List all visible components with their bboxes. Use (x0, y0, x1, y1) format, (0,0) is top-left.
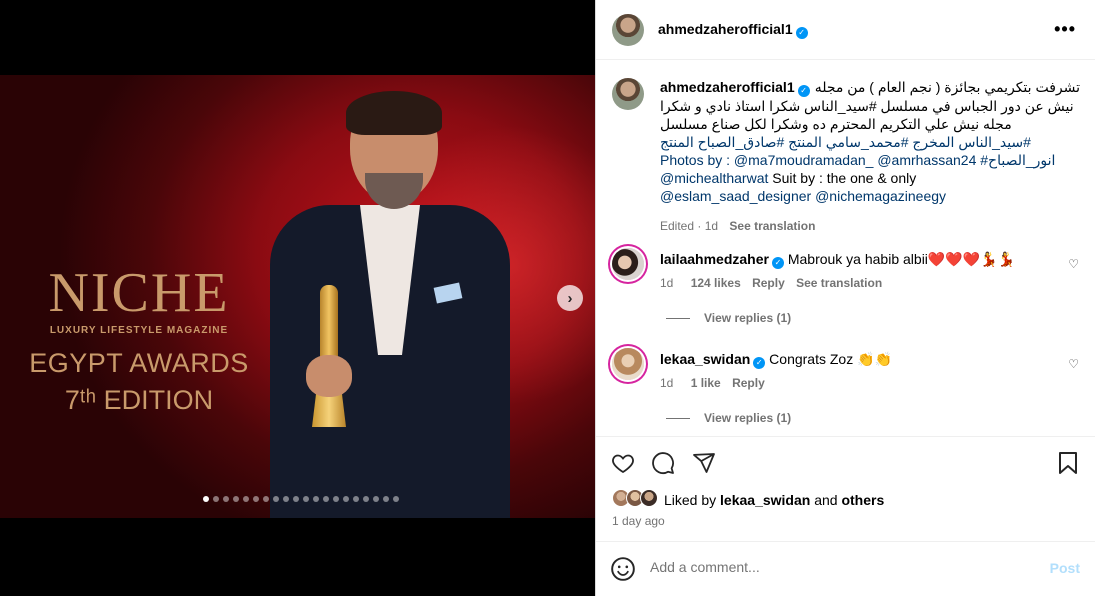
caption-username[interactable]: ahmedzaherofficial1 (660, 79, 795, 95)
others-link[interactable]: others (841, 492, 884, 508)
view-replies-label: View replies (1) (704, 411, 792, 425)
action-bar (596, 436, 1095, 486)
see-translation-link[interactable]: See translation (796, 276, 882, 290)
carousel-dot (223, 496, 229, 502)
liked-by-prefix: Liked by (664, 492, 721, 508)
emoji-icon[interactable] (610, 556, 636, 582)
carousel-dot (213, 496, 219, 502)
comment-text: Mabrouk ya habib albii❤️❤️❤️💃💃 (787, 251, 1016, 267)
carousel-dot (323, 496, 329, 502)
carousel-dot (353, 496, 359, 502)
designer-mentions[interactable]: @eslam_saad_designer @nichemagazineegy (660, 187, 1080, 205)
reply-button[interactable]: Reply (752, 276, 785, 290)
photos-credit[interactable]: Photos by : @ma7moudramadan_ @amrhassan2… (660, 151, 1080, 169)
see-translation-link[interactable]: See translation (729, 219, 815, 233)
comment-text: Congrats Zoz 👏👏 (769, 351, 892, 367)
media-pane: NICHE LUXURY LIFESTYLE MAGAZINE EGYPT AW… (0, 0, 595, 596)
carousel-dot (313, 496, 319, 502)
like-heart-icon[interactable] (610, 451, 636, 475)
carousel-dot (273, 496, 279, 502)
likes-and: and (810, 492, 842, 508)
post-header: ahmedzaherofficial1 ✓ ••• (596, 0, 1095, 60)
caption-author-avatar[interactable] (612, 78, 644, 110)
liker-avatar (640, 489, 658, 507)
niche-awards: EGYPT AWARDS (29, 348, 249, 378)
edited-label: Edited · 1d (660, 219, 719, 233)
post-details-panel: ahmedzaherofficial1 ✓ ••• ahmedzaheroffic… (595, 0, 1095, 596)
carousel-dot (283, 496, 289, 502)
comment-bubble-icon[interactable] (651, 451, 675, 475)
more-options-icon[interactable]: ••• (1054, 19, 1076, 40)
author-avatar[interactable] (612, 14, 644, 46)
like-comment-heart-icon[interactable]: ♡ (1068, 257, 1079, 271)
comment-likes[interactable]: 1 like (691, 376, 721, 390)
comment-1: lailaahmedzaher ✓ Mabrouk ya habib albii❤… (660, 251, 1015, 269)
view-replies-button[interactable]: View replies (1) (666, 411, 791, 425)
save-bookmark-icon[interactable] (1058, 451, 1078, 475)
verified-badge-icon: ✓ (753, 357, 766, 369)
post-photo[interactable]: NICHE LUXURY LIFESTYLE MAGAZINE EGYPT AW… (0, 75, 595, 518)
carousel-dot (233, 496, 239, 502)
carousel-dot (343, 496, 349, 502)
carousel-dot (243, 496, 249, 502)
comment-username[interactable]: lekaa_swidan (660, 351, 750, 367)
verified-badge-icon: ✓ (797, 85, 810, 97)
carousel-dot (333, 496, 339, 502)
carousel-dot (303, 496, 309, 502)
carousel-dot (293, 496, 299, 502)
niche-title: NICHE (48, 262, 230, 324)
carousel-dot (253, 496, 259, 502)
beard (365, 173, 423, 209)
post-comment-button[interactable]: Post (1050, 560, 1080, 576)
niche-edition: 7ᵗʰ EDITION (64, 385, 214, 415)
verified-badge-icon: ✓ (795, 27, 808, 39)
view-replies-button[interactable]: View replies (1) (666, 311, 791, 325)
post-timestamp[interactable]: 1 day ago (612, 514, 665, 528)
caption-line-1: تشرفت بتكريمي بجائزة ( نجم العام ) من مج… (814, 79, 1080, 95)
hair (346, 91, 442, 135)
carousel-dot (203, 496, 209, 502)
share-send-icon[interactable] (692, 451, 716, 475)
caption-line-2: نيش عن دور الجباس في مسلسل #سيد_الناس شك… (660, 98, 1074, 114)
commenter-avatar[interactable] (612, 348, 644, 380)
next-image-button[interactable]: › (557, 285, 583, 311)
comment-2: lekaa_swidan ✓ Congrats Zoz 👏👏 (660, 351, 892, 369)
stylist-mention[interactable]: @michealtharwat (660, 170, 768, 186)
carousel-dot (263, 496, 269, 502)
comment-likes[interactable]: 124 likes (691, 276, 741, 290)
suit-credit: Suit by : the one & only (768, 170, 917, 186)
caption-line-3: مجله نيش علي التكريم المحترم ده وشكرا لك… (660, 116, 1012, 132)
carousel-dot (373, 496, 379, 502)
divider-line (666, 318, 690, 320)
author-username[interactable]: ahmedzaherofficial1 (658, 21, 793, 37)
likes-summary: Liked by lekaa_swidan and others (664, 492, 884, 508)
divider-line (666, 418, 690, 420)
comment-composer: Post (596, 541, 1095, 596)
comment-username[interactable]: lailaahmedzaher (660, 251, 769, 267)
liker-username[interactable]: lekaa_swidan (720, 492, 810, 508)
niche-backdrop-logo: NICHE LUXURY LIFESTYLE MAGAZINE EGYPT AW… (24, 265, 254, 416)
caption-line-4[interactable]: #سيد_الناس المخرج #محمد_سامي المنتج #صاد… (660, 133, 1080, 151)
instagram-post-viewer: NICHE LUXURY LIFESTYLE MAGAZINE EGYPT AW… (0, 0, 1095, 596)
carousel-indicator (203, 496, 399, 502)
man-with-trophy (250, 91, 520, 518)
like-comment-heart-icon[interactable]: ♡ (1068, 357, 1079, 371)
hand (306, 355, 352, 397)
niche-subtitle: LUXURY LIFESTYLE MAGAZINE (49, 325, 229, 336)
commenter-avatar[interactable] (612, 248, 644, 280)
comment-input[interactable] (650, 559, 1030, 575)
carousel-dot (383, 496, 389, 502)
post-caption: ahmedzaherofficial1 ✓ تشرفت بتكريمي بجائز… (660, 78, 1080, 235)
carousel-dot (363, 496, 369, 502)
comment-age: 1d (660, 276, 674, 290)
verified-badge-icon: ✓ (771, 257, 784, 269)
carousel-dot (393, 496, 399, 502)
comment-age: 1d (660, 376, 674, 390)
reply-button[interactable]: Reply (732, 376, 765, 390)
view-replies-label: View replies (1) (704, 311, 792, 325)
